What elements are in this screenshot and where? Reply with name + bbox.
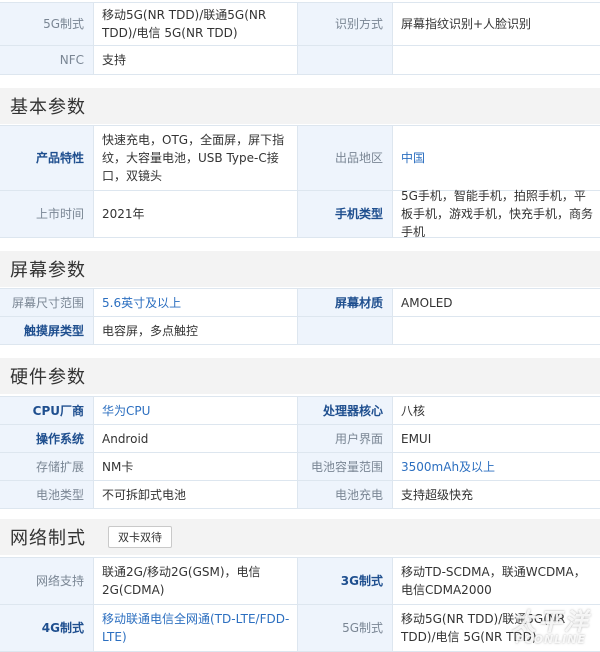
- spec-value-storage-expansion: NM卡: [93, 453, 298, 480]
- section-title: 屏幕参数: [10, 260, 86, 281]
- spec-label-network-support: 网络支持: [0, 558, 93, 604]
- spec-label-recognition: 识别方式: [298, 3, 392, 45]
- spec-value-cpu-cores: 八核: [392, 397, 600, 424]
- table-row: CPU厂商 华为CPU 处理器核心 八核: [0, 397, 600, 425]
- table-row: 产品特性 快速充电，OTG，全面屏，屏下指纹，大容量电池，USB Type-C接…: [0, 126, 600, 191]
- spec-label-empty: [298, 46, 392, 74]
- section-title: 硬件参数: [10, 367, 86, 388]
- top-spec-table: 5G制式 移动5G(NR TDD)/联通5G(NR TDD)/电信 5G(NR …: [0, 2, 600, 75]
- spec-label-battery-capacity: 电池容量范围: [298, 453, 392, 480]
- hardware-spec-table: CPU厂商 华为CPU 处理器核心 八核 操作系统 Android 用户界面 E…: [0, 396, 600, 509]
- spec-value-origin-link[interactable]: 中国: [392, 126, 600, 190]
- watermark-en: PCONLINE: [515, 633, 586, 646]
- table-row: 5G制式 移动5G(NR TDD)/联通5G(NR TDD)/电信 5G(NR …: [0, 3, 600, 46]
- spec-label-cpu-cores: 处理器核心: [298, 397, 392, 424]
- spec-label-5g: 5G制式: [0, 3, 93, 45]
- spec-label-screen-size: 屏幕尺寸范围: [0, 289, 93, 316]
- spec-value-phone-type: 5G手机，智能手机，拍照手机，平板手机，游戏手机，快充手机，商务手机: [392, 189, 600, 239]
- table-row: 网络支持 联通2G/移动2G(GSM)，电信2G(CDMA) 3G制式 移动TD…: [0, 558, 600, 605]
- spec-label-touch-type: 触摸屏类型: [0, 317, 93, 344]
- spec-value-touch-type: 电容屏，多点触控: [93, 317, 298, 344]
- spec-label-5g-network: 5G制式: [298, 605, 392, 651]
- spec-value-ui: EMUI: [392, 425, 600, 452]
- spec-label-screen-material: 屏幕材质: [298, 289, 392, 316]
- spec-value-5g: 移动5G(NR TDD)/联通5G(NR TDD)/电信 5G(NR TDD): [93, 3, 298, 45]
- spec-value-nfc: 支持: [93, 46, 298, 74]
- watermark-cn: 太平洋: [512, 608, 590, 636]
- spec-value-cpu-vendor-link[interactable]: 华为CPU: [93, 397, 298, 424]
- spec-value-features: 快速充电，OTG，全面屏，屏下指纹，大容量电池，USB Type-C接口，双镜头: [93, 126, 298, 190]
- spec-label-os: 操作系统: [0, 425, 93, 452]
- screen-spec-table: 屏幕尺寸范围 5.6英寸及以上 屏幕材质 AMOLED 触摸屏类型 电容屏，多点…: [0, 288, 600, 345]
- spec-value-recognition: 屏幕指纹识别+人脸识别: [392, 3, 600, 45]
- table-row: 触摸屏类型 电容屏，多点触控: [0, 317, 600, 345]
- spec-label-features: 产品特性: [0, 126, 93, 190]
- spec-value-battery-type: 不可拆卸式电池: [93, 481, 298, 508]
- spec-value-3g: 移动TD-SCDMA，联通WCDMA，电信CDMA2000: [392, 558, 600, 604]
- spec-label-ui: 用户界面: [298, 425, 392, 452]
- spec-label-charging: 电池充电: [298, 481, 392, 508]
- spec-label-battery-type: 电池类型: [0, 481, 93, 508]
- spec-label-cpu-vendor: CPU厂商: [0, 397, 93, 424]
- basic-spec-table: 产品特性 快速充电，OTG，全面屏，屏下指纹，大容量电池，USB Type-C接…: [0, 125, 600, 239]
- spec-label-empty: [298, 317, 392, 344]
- section-title: 网络制式: [10, 528, 86, 549]
- section-header-network: 网络制式 双卡双待: [0, 519, 600, 555]
- section-header-basic: 基本参数: [0, 88, 600, 124]
- spec-value-empty: [392, 317, 600, 344]
- spec-label-release: 上市时间: [0, 191, 93, 237]
- table-row: 电池类型 不可拆卸式电池 电池充电 支持超级快充: [0, 481, 600, 509]
- section-title: 基本参数: [10, 97, 86, 118]
- spec-value-empty: [392, 46, 600, 74]
- spec-value-screen-material: AMOLED: [392, 289, 600, 316]
- spec-label-storage-expansion: 存储扩展: [0, 453, 93, 480]
- spec-label-3g: 3G制式: [298, 558, 392, 604]
- dual-sim-button[interactable]: 双卡双待: [108, 526, 172, 548]
- spec-value-release: 2021年: [93, 191, 298, 237]
- table-row: 屏幕尺寸范围 5.6英寸及以上 屏幕材质 AMOLED: [0, 289, 600, 317]
- spec-value-battery-capacity-link[interactable]: 3500mAh及以上: [392, 453, 600, 480]
- section-header-hardware: 硬件参数: [0, 358, 600, 394]
- spec-label-4g: 4G制式: [0, 605, 93, 651]
- spec-value-4g-link[interactable]: 移动联通电信全网通(TD-LTE/FDD-LTE): [93, 605, 298, 651]
- table-row: NFC 支持: [0, 46, 600, 75]
- spec-value-charging: 支持超级快充: [392, 481, 600, 508]
- section-header-screen: 屏幕参数: [0, 251, 600, 287]
- spec-value-screen-size-link[interactable]: 5.6英寸及以上: [93, 289, 298, 316]
- watermark-logo: 太平洋 PCONLINE: [482, 602, 592, 646]
- spec-label-nfc: NFC: [0, 46, 93, 74]
- table-row: 操作系统 Android 用户界面 EMUI: [0, 425, 600, 453]
- spec-label-phone-type: 手机类型: [298, 191, 392, 237]
- table-row: 上市时间 2021年 手机类型 5G手机，智能手机，拍照手机，平板手机，游戏手机…: [0, 189, 600, 239]
- spec-label-origin: 出品地区: [298, 126, 392, 190]
- spec-value-network-support: 联通2G/移动2G(GSM)，电信2G(CDMA): [93, 558, 298, 604]
- spec-value-os: Android: [93, 425, 298, 452]
- table-row: 存储扩展 NM卡 电池容量范围 3500mAh及以上: [0, 453, 600, 481]
